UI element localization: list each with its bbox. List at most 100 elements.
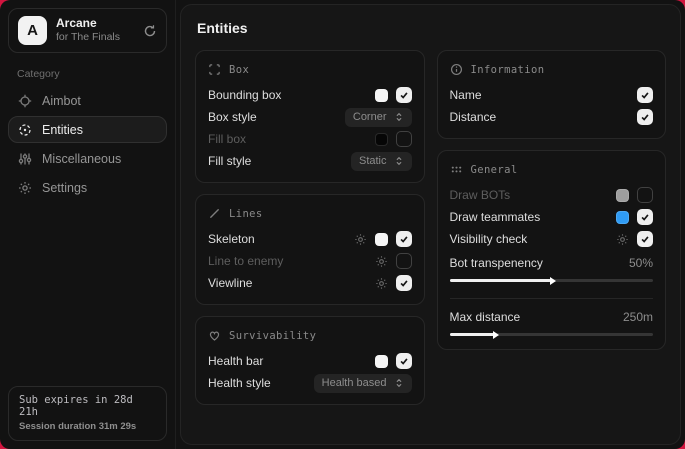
app-name: Arcane [56, 16, 134, 31]
setting-label: Name [450, 88, 482, 102]
diagonal-line-icon [208, 207, 221, 220]
row-bounding-box: Bounding box [208, 87, 412, 103]
row-line-to-enemy: Line to enemy [208, 253, 412, 269]
refresh-icon[interactable] [143, 24, 157, 38]
heart-icon [208, 329, 221, 342]
slider-fill [450, 279, 552, 282]
card-title: Lines [229, 208, 263, 220]
setting-label: Draw BOTs [450, 188, 511, 202]
fill-box-checkbox[interactable] [396, 131, 412, 147]
sidebar-item-entities[interactable]: Entities [8, 116, 167, 143]
info-icon [450, 63, 463, 76]
gear-icon [18, 181, 32, 195]
dropdown-value: Corner [353, 111, 387, 123]
health-style-dropdown[interactable]: Health based [314, 374, 412, 393]
app-header: A Arcane for The Finals [8, 8, 167, 53]
slider-fill [450, 333, 495, 336]
row-draw-teammates: Draw teammates [450, 209, 654, 225]
setting-label: Distance [450, 110, 497, 124]
sidebar-item-label: Miscellaneous [42, 152, 121, 166]
max-distance-slider[interactable] [450, 333, 654, 336]
sidebar-nav: Aimbot Entities Miscellaneous [8, 87, 167, 201]
bounding-box-checkbox[interactable] [396, 87, 412, 103]
row-settings-gear-icon[interactable] [616, 233, 629, 246]
row-settings-gear-icon[interactable] [375, 255, 388, 268]
setting-label: Bot transpenency [450, 256, 543, 270]
chevron-up-down-icon [394, 112, 404, 122]
health-bar-checkbox[interactable] [396, 353, 412, 369]
sidebar-item-label: Aimbot [42, 94, 81, 108]
grid-dots-icon [450, 163, 463, 176]
lines-card: Lines Skeleton [195, 194, 425, 305]
sidebar: A Arcane for The Finals Category [0, 0, 176, 449]
setting-label: Bounding box [208, 88, 281, 102]
row-health-bar: Health bar [208, 353, 412, 369]
information-card: Information Name [437, 50, 667, 139]
setting-label: Health style [208, 376, 271, 390]
row-settings-gear-icon[interactable] [354, 233, 367, 246]
dropdown-value: Health based [322, 377, 387, 389]
session-duration: Session duration 31m 29s [19, 421, 156, 432]
viewline-checkbox[interactable] [396, 275, 412, 291]
max-distance-slider-group: Max distance 250m [450, 309, 654, 336]
dropdown-value: Static [359, 155, 387, 167]
row-fill-style: Fill style Static [208, 153, 412, 169]
chevron-up-down-icon [394, 378, 404, 388]
sidebar-item-label: Settings [42, 181, 87, 195]
sidebar-item-miscellaneous[interactable]: Miscellaneous [8, 145, 167, 172]
box-card: Box Bounding box [195, 50, 425, 183]
color-swatch[interactable] [375, 233, 388, 246]
sliders-icon [18, 152, 32, 166]
setting-label: Skeleton [208, 232, 255, 246]
row-box-style: Box style Corner [208, 109, 412, 125]
sub-expiry: Sub expires in 28d 21h [19, 394, 156, 418]
setting-label: Visibility check [450, 232, 528, 246]
card-title: General [471, 164, 518, 176]
distance-checkbox[interactable] [637, 109, 653, 125]
row-name: Name [450, 87, 654, 103]
box-style-dropdown[interactable]: Corner [345, 108, 412, 127]
bot-transparency-slider-group: Bot transpenency 50% [450, 255, 654, 282]
row-distance: Distance [450, 109, 654, 125]
line-to-enemy-checkbox[interactable] [396, 253, 412, 269]
draw-bots-checkbox[interactable] [637, 187, 653, 203]
setting-label: Viewline [208, 276, 252, 290]
entities-scan-icon [18, 123, 32, 137]
subscription-info: Sub expires in 28d 21h Session duration … [8, 386, 167, 441]
color-swatch[interactable] [616, 211, 629, 224]
setting-label: Fill style [208, 154, 251, 168]
fill-style-dropdown[interactable]: Static [351, 152, 412, 171]
setting-label: Health bar [208, 354, 263, 368]
sidebar-item-aimbot[interactable]: Aimbot [8, 87, 167, 114]
setting-label: Max distance [450, 310, 521, 324]
draw-teammates-checkbox[interactable] [637, 209, 653, 225]
category-label: Category [17, 68, 158, 80]
bot-transparency-slider[interactable] [450, 279, 654, 282]
setting-label: Box style [208, 110, 257, 124]
sidebar-item-settings[interactable]: Settings [8, 174, 167, 201]
survivability-card: Survivability Health bar [195, 316, 425, 405]
card-title: Information [471, 64, 545, 76]
row-visibility-check: Visibility check [450, 231, 654, 247]
entities-panel: Entities Box [180, 4, 681, 445]
sidebar-item-label: Entities [42, 123, 83, 137]
row-health-style: Health style Health based [208, 375, 412, 391]
name-checkbox[interactable] [637, 87, 653, 103]
divider [450, 298, 654, 299]
skeleton-checkbox[interactable] [396, 231, 412, 247]
app-logo: A [18, 16, 47, 45]
color-swatch[interactable] [375, 355, 388, 368]
box-brackets-icon [208, 63, 221, 76]
color-swatch[interactable] [375, 133, 388, 146]
visibility-check-checkbox[interactable] [637, 231, 653, 247]
row-draw-bots: Draw BOTs [450, 187, 654, 203]
row-viewline: Viewline [208, 275, 412, 291]
setting-label: Fill box [208, 132, 246, 146]
slider-value: 250m [623, 310, 653, 324]
app-subtitle: for The Finals [56, 31, 134, 44]
slider-value: 50% [629, 256, 653, 270]
setting-label: Draw teammates [450, 210, 541, 224]
color-swatch[interactable] [375, 89, 388, 102]
row-settings-gear-icon[interactable] [375, 277, 388, 290]
color-swatch[interactable] [616, 189, 629, 202]
